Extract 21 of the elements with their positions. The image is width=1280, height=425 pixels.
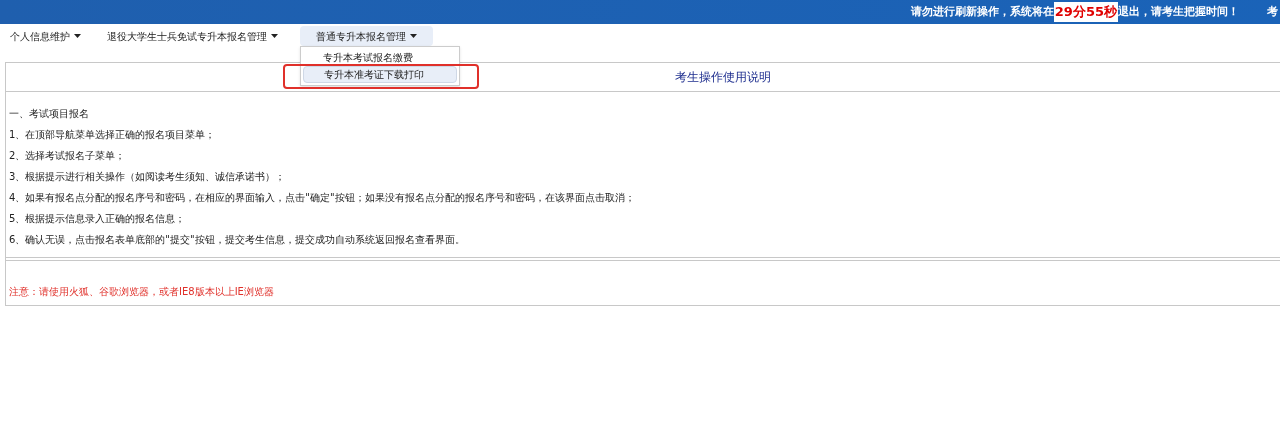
caret-icon [271,34,278,38]
instruction-step: 2、选择考试报名子菜单； [9,150,1280,171]
instruction-step: 1、在顶部导航菜单选择正确的报名项目菜单； [9,129,1280,150]
caret-icon [74,34,81,38]
dropdown-item[interactable]: 专升本考试报名缴费 [303,49,457,66]
nav-menu-item[interactable]: 普通专升本报名管理 [300,26,433,46]
dropdown-item[interactable]: 专升本准考证下载打印 [303,66,457,83]
panel-title: 考生操作使用说明 [675,69,771,86]
instruction-step: 6、确认无误，点击报名表单底部的"提交"按钮，提交考生信息，提交成功自动系统返回报名查看界面。 [9,234,1280,255]
logout-notice: 退出，请考生把握时间！ [1118,3,1239,20]
section-heading: 一、考试项目报名 [9,107,90,121]
browser-note: 注意：请使用火狐、谷歌浏览器，或者IE8版本以上IE浏览器 [9,286,274,297]
logout-notice: 请勿进行刷新操作，系统将在 [910,3,1054,20]
banner-text: 考 [1267,3,1278,20]
nav-menu-item[interactable]: 个人信息维护 [6,26,85,46]
instruction-step: 4、如果有报名点分配的报名序号和密码，在相应的界面输入，点击"确定"按钮；如果没有报名点分配的报名序号和密码，在该界面点击取消； [9,192,1280,213]
instruction-step: 5、根据提示信息录入正确的报名信息； [9,213,1280,234]
countdown: 29分55秒 [1053,2,1118,22]
instruction-step: 3、根据提示进行相关操作（如阅读考生须知、诚信承诺书）； [9,171,1280,192]
caret-icon [410,34,417,38]
nav-menu-item[interactable]: 退役大学生士兵免试专升本报名管理 [103,26,282,46]
